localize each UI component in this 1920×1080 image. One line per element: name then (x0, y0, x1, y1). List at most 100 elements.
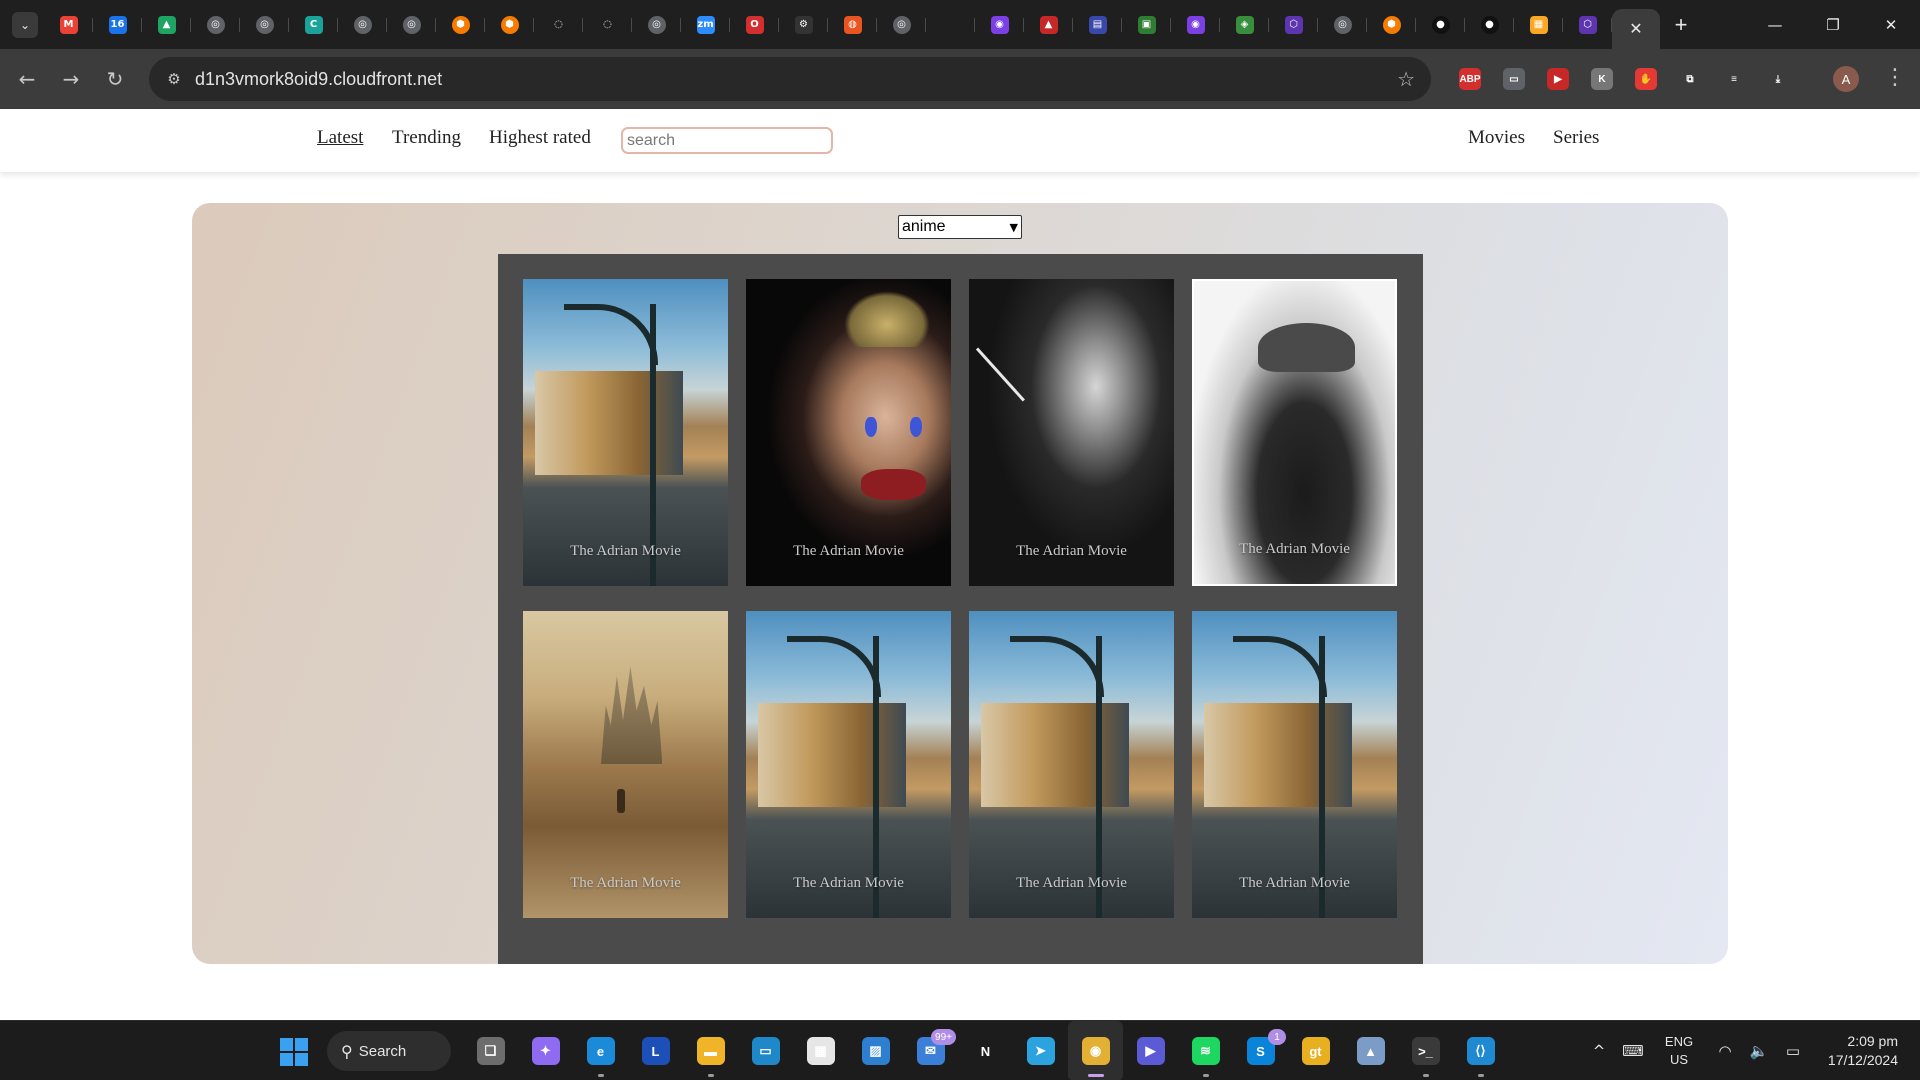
spotify-taskbar-button[interactable]: ≋ (1178, 1021, 1233, 1080)
printer-button[interactable]: ▭ (1492, 49, 1536, 109)
close-window-button[interactable]: ✕ (1862, 0, 1920, 49)
nav-trending-link[interactable]: Trending (392, 127, 461, 149)
download-button[interactable]: ⤓ (1756, 49, 1800, 109)
clock[interactable]: 2:09 pm 17/12/2024 (1810, 1032, 1920, 1070)
browser-tab[interactable]: ● (1416, 8, 1465, 42)
browser-tab[interactable]: C (289, 8, 338, 42)
hand-ext-button[interactable]: ✋ (1624, 49, 1668, 109)
nav-highest-rated-link[interactable]: Highest rated (489, 127, 591, 149)
browser-tab[interactable]: ▤ (1073, 8, 1122, 42)
browser-tab[interactable]: ◎ (338, 8, 387, 42)
forward-button[interactable]: → (51, 59, 91, 99)
mail-taskbar-button[interactable]: ✉ 99+ (903, 1021, 958, 1080)
browser-tab[interactable]: ◌ (583, 8, 632, 42)
browser-tab[interactable]: ◎ (877, 8, 926, 42)
gt-app-taskbar-button[interactable]: gt (1288, 1021, 1343, 1080)
avatar[interactable]: A (1833, 66, 1859, 92)
browser-tab[interactable]: M (44, 8, 93, 42)
browser-tab[interactable]: ◎ (387, 8, 436, 42)
bookmark-star-icon[interactable]: ☆ (1397, 67, 1415, 92)
browser-tab[interactable]: ◍ (828, 8, 877, 42)
url-text[interactable]: d1n3vmork8oid9.cloudfront.net (195, 69, 442, 90)
vscode-taskbar-button[interactable]: ⟨⟩ (1453, 1021, 1508, 1080)
edge-taskbar-button[interactable]: e (573, 1021, 628, 1080)
new-tab-button[interactable]: + (1664, 8, 1698, 42)
browser-tab[interactable]: ▦ (1514, 8, 1563, 42)
start-button[interactable] (280, 1038, 308, 1066)
chrome-taskbar-button[interactable]: ◉ (1068, 1021, 1123, 1080)
movie-card[interactable]: The Adrian Movie (969, 611, 1174, 918)
media-player-taskbar-button[interactable]: ▶ (1123, 1021, 1178, 1080)
movie-card[interactable]: The Adrian Movie (746, 611, 951, 918)
browser-tab[interactable]: ⬢ (485, 8, 534, 42)
photos-taskbar-button[interactable]: ▨ (848, 1021, 903, 1080)
minimize-button[interactable]: — (1746, 0, 1804, 49)
profile-button[interactable]: A (1833, 66, 1859, 92)
browser-tab[interactable] (926, 8, 975, 42)
browser-tab[interactable]: ◉ (1171, 8, 1220, 42)
taskbar-search[interactable]: ⚲ Search (327, 1031, 451, 1071)
browser-tab[interactable]: ◎ (632, 8, 681, 42)
l-app-taskbar-button[interactable]: L (628, 1021, 683, 1080)
browser-tab[interactable]: ◌ (534, 8, 583, 42)
browser-tab[interactable]: ⬡ (1563, 8, 1612, 42)
reload-button[interactable]: ↻ (95, 59, 135, 99)
task-view-taskbar-button[interactable]: ❑ (463, 1021, 518, 1080)
browser-tab[interactable]: ◎ (191, 8, 240, 42)
movie-card[interactable]: The Adrian Movie (1192, 611, 1397, 918)
nav-series-link[interactable]: Series (1553, 127, 1599, 149)
terminal-taskbar-button[interactable]: >_ (1398, 1021, 1453, 1080)
browser-tab[interactable]: ◉ (975, 8, 1024, 42)
store-taskbar-button[interactable]: ▦ (793, 1021, 848, 1080)
movie-card[interactable]: The Adrian Movie (969, 279, 1174, 586)
movie-card[interactable]: The Adrian Movie (523, 611, 728, 918)
back-button[interactable]: ← (7, 59, 47, 99)
volume-icon[interactable]: 🔈 (1742, 1042, 1776, 1060)
movie-card[interactable]: The Adrian Movie (523, 279, 728, 586)
close-tab-icon[interactable]: ✕ (1629, 19, 1642, 39)
desktop-taskbar-button[interactable]: ▭ (738, 1021, 793, 1080)
tab-active[interactable]: ✕ (1612, 9, 1660, 49)
grey-ext-button[interactable]: K (1580, 49, 1624, 109)
genre-select[interactable]: anime ▼ (898, 215, 1022, 239)
language-indicator[interactable]: ENG US (1650, 1033, 1708, 1069)
netflix-taskbar-button[interactable]: N (958, 1021, 1013, 1080)
browser-tab[interactable]: ◎ (240, 8, 289, 42)
nav-movies-link[interactable]: Movies (1468, 127, 1525, 149)
paint-taskbar-button[interactable]: ▲ (1343, 1021, 1398, 1080)
adblock-button[interactable]: ABP (1448, 49, 1492, 109)
browser-menu-icon[interactable]: ⋮ (1884, 65, 1906, 90)
browser-tab[interactable]: ⚙ (779, 8, 828, 42)
browser-tab[interactable]: ⬢ (436, 8, 485, 42)
telegram-taskbar-button[interactable]: ➤ (1013, 1021, 1068, 1080)
keyboard-icon[interactable]: ⌨ (1616, 1042, 1650, 1060)
browser-tab[interactable]: ◈ (1220, 8, 1269, 42)
browser-tab[interactable]: ⬡ (1269, 8, 1318, 42)
browser-tab[interactable]: 16 (93, 8, 142, 42)
puzzle-button[interactable]: ⧉ (1668, 49, 1712, 109)
video-ext-button[interactable]: ▶ (1536, 49, 1580, 109)
movie-card[interactable]: The Adrian Movie (746, 279, 951, 586)
address-bar[interactable]: ⚙ d1n3vmork8oid9.cloudfront.net ☆ (149, 57, 1431, 101)
restore-button[interactable]: ❐ (1804, 0, 1862, 49)
reading-list-button[interactable]: ≡ (1712, 49, 1756, 109)
nav-latest-link[interactable]: Latest (317, 127, 363, 149)
movie-card[interactable]: The Adrian Movie (1192, 279, 1397, 586)
browser-tab[interactable]: ▲ (142, 8, 191, 42)
tray-overflow-chevron-icon[interactable]: ^ (1582, 1042, 1616, 1060)
tab-search-button[interactable]: ⌄ (12, 11, 38, 38)
browser-tab[interactable]: zm (681, 8, 730, 42)
browser-tab[interactable]: ● (1465, 8, 1514, 42)
skype-taskbar-button[interactable]: S1 (1233, 1021, 1288, 1080)
copilot-taskbar-button[interactable]: ✦ (518, 1021, 573, 1080)
wifi-icon[interactable]: ◠ (1708, 1042, 1742, 1060)
browser-tab[interactable]: ⬢ (1367, 8, 1416, 42)
browser-tab[interactable]: O (730, 8, 779, 42)
browser-tab[interactable]: ▣ (1122, 8, 1171, 42)
site-info-icon[interactable]: ⚙ (159, 64, 189, 94)
search-input[interactable] (621, 127, 833, 154)
file-explorer-taskbar-button[interactable]: ▬ (683, 1021, 738, 1080)
browser-tab[interactable]: ▲ (1024, 8, 1073, 42)
browser-tab[interactable]: ◎ (1318, 8, 1367, 42)
battery-icon[interactable]: ▭ (1776, 1042, 1810, 1060)
